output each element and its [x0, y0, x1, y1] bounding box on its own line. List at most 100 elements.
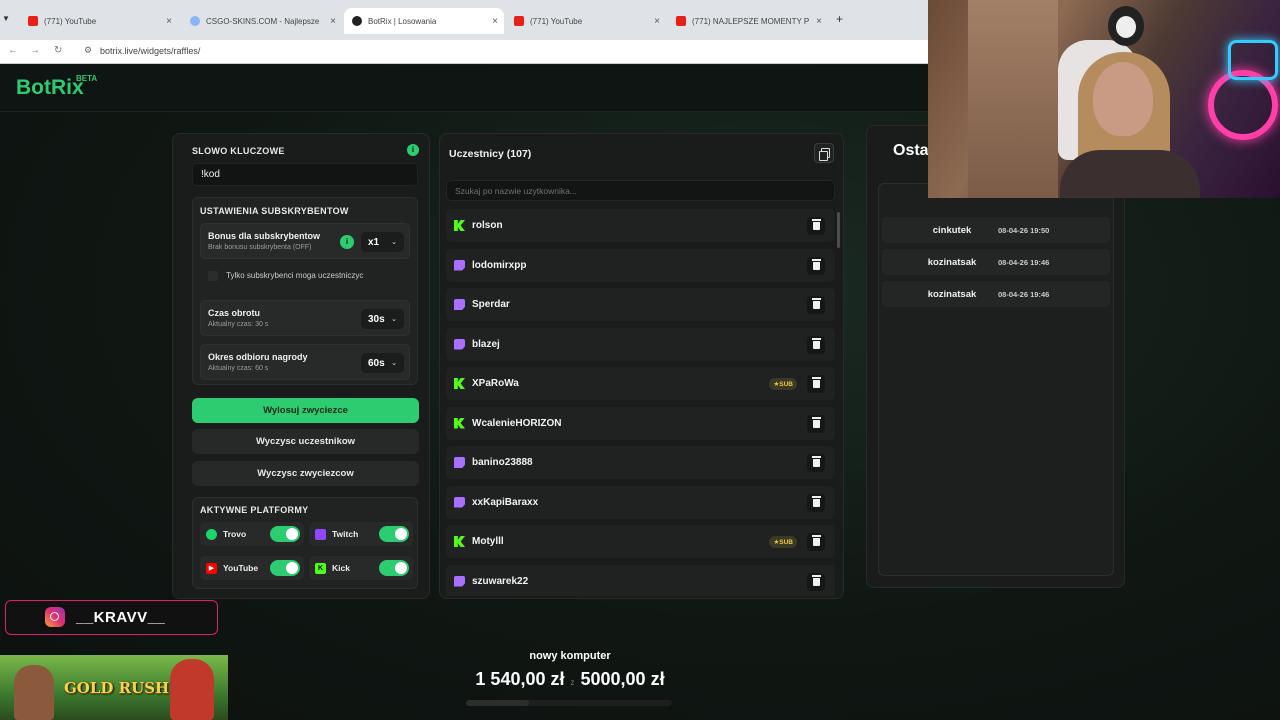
tab-list-chevron-icon[interactable]: ▼ [2, 14, 10, 23]
info-icon[interactable]: i [340, 235, 354, 249]
beta-badge: BETA [76, 74, 98, 83]
claim-time-label: Okres odbioru nagrody [208, 352, 308, 362]
participant-name: szuwarek22 [472, 575, 529, 587]
participant-list: rolson lodomirxpp Sperdar blazej XPaRoWa ★ SU… [446, 209, 835, 596]
browser-tab[interactable]: (771) NAJLEPSZE MOMENTY P × [668, 8, 828, 34]
participant-name: Sperdar [472, 299, 510, 310]
clear-participants-button[interactable]: Wyczysc uczestnikow [192, 429, 419, 454]
youtube-toggle[interactable] [270, 560, 300, 576]
chevron-down-icon: ⌄ [391, 239, 397, 246]
chevron-down-icon: ⌄ [391, 360, 397, 367]
participant-name: xxKapiBaraxx [472, 496, 539, 508]
platform-youtube: ▶ YouTube [200, 556, 304, 580]
trash-icon[interactable] [807, 454, 825, 472]
claim-time-current: Aktualny czas: 60 s [208, 365, 269, 372]
sub-badge: ★ SUB [769, 536, 797, 548]
winners-heading: Osta [893, 142, 929, 159]
kick-toggle[interactable] [379, 560, 409, 576]
participant-row: Motylll ★ SUB [446, 525, 835, 558]
trash-icon[interactable] [807, 533, 825, 551]
browser-tab[interactable]: CSGO-SKINS.COM - Najlepsze × [182, 8, 342, 34]
close-icon[interactable]: × [654, 16, 660, 27]
site-info-icon[interactable]: ⚙ [84, 45, 92, 56]
trash-icon[interactable] [807, 375, 825, 393]
clear-winners-button[interactable]: Wyczysc zwyciezcow [192, 461, 419, 486]
browser-tab-bar: ▼ (771) YouTube × CSGO-SKINS.COM - Najle… [0, 0, 930, 40]
participant-name: WcalenieHORIZON [472, 417, 562, 429]
participants-title: Uczestnicy (107) [449, 148, 532, 160]
platform-kick: K Kick [309, 556, 413, 580]
sub-bonus-status: Brak bonusu subskrybenta (OFF) [208, 244, 312, 251]
chevron-down-icon: ⌄ [391, 316, 397, 323]
url-text[interactable]: botrix.live/widgets/raffles/ [100, 46, 200, 56]
participant-row: WcalenieHORIZON [446, 406, 835, 440]
active-platforms-title: AKTYWNE PLATFORMY [200, 505, 309, 515]
browser-tab-active[interactable]: BotRix | Losowania × [344, 8, 504, 34]
draw-winner-button[interactable]: Wylosuj zwyciezce [192, 398, 419, 423]
game-character-left [14, 665, 54, 720]
forward-arrow-icon[interactable]: → [30, 45, 40, 56]
participant-row: szuwarek22 [446, 564, 835, 596]
active-platforms: AKTYWNE PLATFORMY Trovo Twitch ▶ YouTube… [192, 497, 418, 589]
participant-name: blazej [472, 338, 500, 350]
sub-badge: ★ SUB [769, 378, 797, 390]
sub-bonus-row: Bonus dla subskrybentow Brak bonusu subs… [200, 223, 410, 259]
only-subs-row[interactable]: Tylko subskrybenci moga uczestniczyc [200, 265, 410, 287]
game-character-right [170, 659, 214, 720]
browser-tab[interactable]: (771) YouTube × [506, 8, 666, 34]
participant-name: rolson [472, 220, 503, 231]
brand-logo[interactable]: BotRix [16, 76, 84, 100]
participant-name: XPaRoWa [472, 378, 519, 389]
trash-icon[interactable] [807, 572, 825, 591]
twitch-icon [454, 338, 465, 350]
claim-time-select[interactable]: 60s ⌄ [361, 353, 404, 373]
participant-row: banino23888 [446, 446, 835, 479]
copy-icon[interactable] [814, 143, 834, 163]
spin-time-select[interactable]: 30s ⌄ [361, 309, 404, 329]
participant-row: lodomirxpp [446, 248, 835, 282]
webcam-overlay [928, 0, 1280, 198]
goal-target: 5000,00 zł [580, 669, 665, 689]
game-title: GOLD RUSH [64, 679, 170, 697]
trash-icon[interactable] [807, 414, 825, 433]
webcam-background-door [968, 0, 1058, 198]
info-icon[interactable]: i [407, 144, 419, 156]
close-icon[interactable]: × [330, 16, 336, 27]
new-tab-plus-icon[interactable]: + [836, 12, 843, 26]
youtube-icon [676, 16, 686, 26]
trash-icon[interactable] [807, 296, 825, 314]
winner-row: kozinatsak 08-04-26 19:46 [882, 249, 1110, 275]
back-arrow-icon[interactable]: ← [8, 45, 18, 56]
trovo-icon [206, 528, 217, 540]
trash-icon[interactable] [807, 493, 825, 512]
participant-search-input[interactable] [446, 180, 835, 201]
close-icon[interactable]: × [816, 16, 822, 27]
kick-icon: K [315, 562, 326, 574]
participant-row: XPaRoWa ★ SUB [446, 367, 835, 400]
browser-tab[interactable]: (771) YouTube × [20, 8, 178, 34]
youtube-icon [28, 16, 38, 26]
kick-icon [454, 220, 465, 231]
only-subs-checkbox[interactable] [208, 271, 218, 281]
participant-name: lodomirxpp [472, 259, 527, 271]
subscriber-settings: USTAWIENIA SUBSKRYBENTOW Bonus dla subsk… [192, 197, 418, 385]
participant-row: rolson [446, 209, 835, 242]
trash-icon[interactable] [807, 256, 825, 275]
close-icon[interactable]: × [166, 16, 172, 27]
trash-icon[interactable] [807, 217, 825, 235]
close-icon[interactable]: × [492, 16, 498, 27]
keyword-input[interactable] [192, 163, 418, 186]
trovo-toggle[interactable] [270, 526, 300, 542]
youtube-icon [514, 16, 524, 26]
trash-icon[interactable] [807, 335, 825, 354]
instagram-icon [45, 607, 65, 627]
goal-progress-bar [466, 700, 672, 706]
participant-row: Sperdar [446, 288, 835, 321]
participant-name: banino23888 [472, 457, 533, 468]
participant-list-scrollbar[interactable] [837, 212, 840, 248]
twitch-toggle[interactable] [379, 526, 409, 542]
sub-bonus-select[interactable]: x1 ⌄ [361, 232, 404, 252]
keyword-title: SLOWO KLUCZOWE [192, 146, 285, 156]
reload-icon[interactable]: ↻ [54, 45, 62, 56]
instagram-handle: __KRAVV__ [76, 609, 166, 626]
